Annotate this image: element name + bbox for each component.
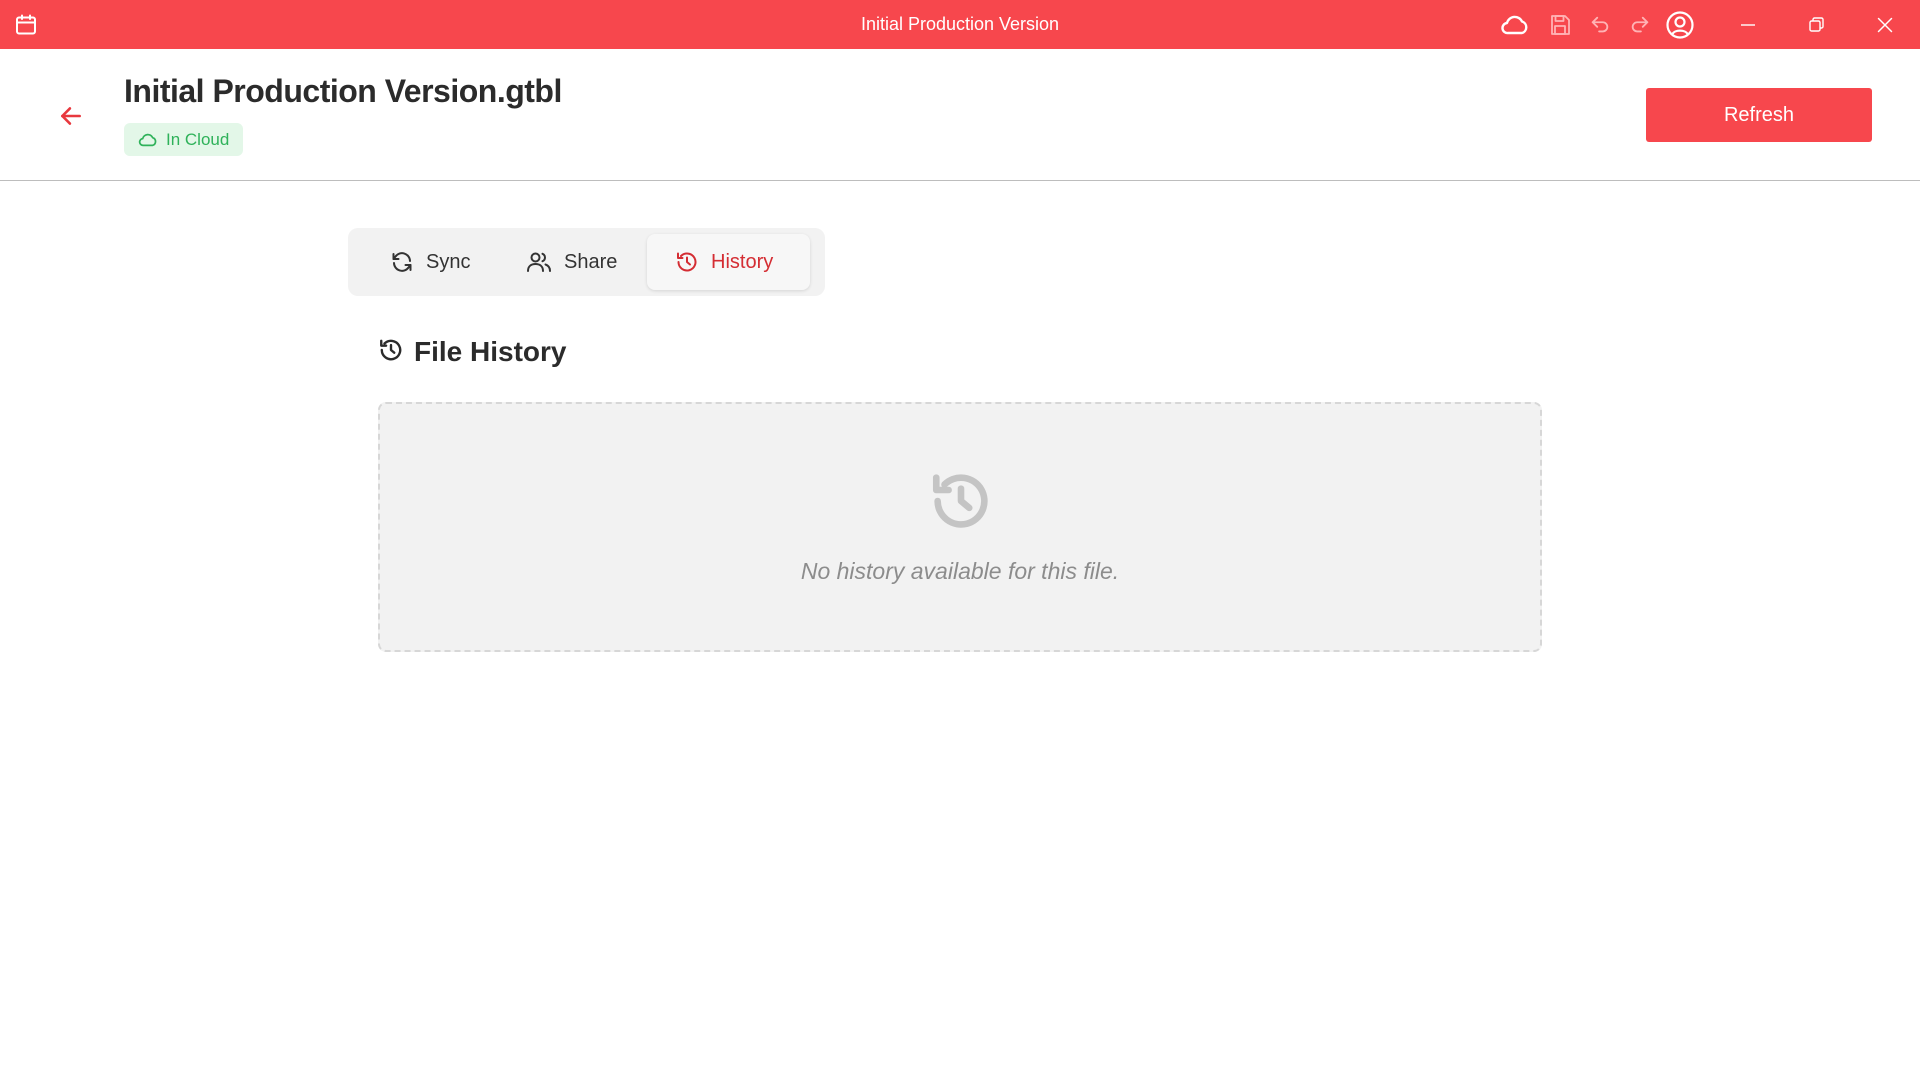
minimize-icon[interactable] [1733, 10, 1763, 40]
section-title: File History [378, 336, 566, 368]
cloud-icon [138, 133, 157, 146]
undo-icon[interactable] [1585, 10, 1615, 40]
tab-history-label: History [711, 250, 774, 273]
title-bar: Initial Production Version [0, 0, 1920, 49]
users-icon [527, 252, 551, 272]
tab-sync-label: Sync [426, 250, 471, 273]
sync-icon [392, 252, 412, 272]
tab-history[interactable]: History [647, 234, 810, 290]
history-icon [932, 474, 988, 528]
save-icon[interactable] [1545, 10, 1575, 40]
status-badge: In Cloud [124, 123, 244, 156]
tab-bar: Sync Share History [348, 228, 825, 296]
history-icon [677, 252, 697, 272]
tab-sync[interactable]: Sync [354, 234, 496, 290]
history-icon [380, 339, 402, 361]
restore-icon[interactable] [1801, 10, 1831, 40]
file-header: Initial Production Version.gtbl In Cloud… [0, 49, 1920, 181]
tab-share-label: Share [564, 250, 618, 273]
account-icon[interactable] [1665, 10, 1695, 40]
empty-message: No history available for this file. [800, 558, 1120, 584]
tab-share[interactable]: Share [496, 234, 647, 290]
close-icon[interactable] [1870, 10, 1900, 40]
refresh-button[interactable]: Refresh [1646, 88, 1872, 142]
file-name: Initial Production Version.gtbl [124, 73, 562, 109]
back-arrow-icon[interactable] [54, 99, 88, 133]
status-badge-label: In Cloud [166, 129, 230, 149]
history-empty-state: No history available for this file. [378, 402, 1542, 652]
redo-icon[interactable] [1625, 10, 1655, 40]
section-title-label: File History [414, 336, 567, 367]
cloud-icon[interactable] [1500, 10, 1530, 40]
